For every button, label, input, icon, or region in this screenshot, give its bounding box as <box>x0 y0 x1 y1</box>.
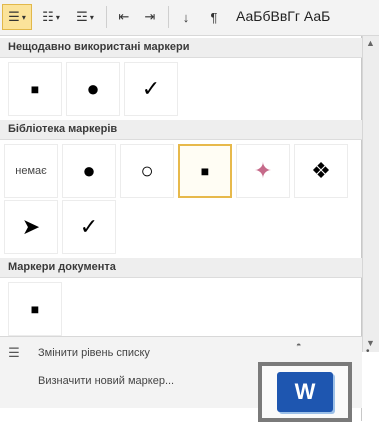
library-bullet-none[interactable]: немає <box>4 144 58 198</box>
recent-bullets-header: Нещодавно використані маркери <box>0 38 362 58</box>
bullets-button[interactable]: ☰ ▾ <box>2 4 32 30</box>
ornament-bullet-icon: ✦ <box>253 158 273 183</box>
multilevel-list-button[interactable]: ☲ ▾ <box>70 4 100 30</box>
show-marks-button[interactable]: ¶ <box>202 4 226 30</box>
recent-bullet-dot[interactable]: ● <box>66 62 120 116</box>
define-new-bullet-label: Визначити новий маркер... <box>38 375 175 387</box>
numbering-button[interactable]: ☷ ▾ <box>36 4 66 30</box>
change-list-level-label: Змінити рівень списку <box>38 347 150 359</box>
sort-button[interactable]: ↓ <box>174 4 198 30</box>
divider <box>106 6 107 28</box>
bullets-icon: ☰ <box>8 9 20 24</box>
check-bullet-icon: ✓ <box>141 76 161 101</box>
dot-bullet-icon: ● <box>82 158 96 183</box>
ribbon-paragraph-toolbar: ☰ ▾ ☷ ▾ ☲ ▾ ⇤ ⇥ ↓ ¶ АаБбВвГг АаБ <box>0 0 379 36</box>
dropdown-scrollbar[interactable]: ▲ ▼ <box>362 36 379 352</box>
none-label: немає <box>15 165 47 177</box>
chevron-down-icon: ▾ <box>55 12 60 22</box>
document-bullets-header: Маркери документа <box>0 258 362 278</box>
library-bullet-check[interactable]: ✓ <box>62 200 116 254</box>
dot-bullet-icon: ● <box>86 76 100 101</box>
scroll-up-icon[interactable]: ▲ <box>366 38 375 48</box>
indent-list-icon: ☰ <box>8 345 20 360</box>
chevron-down-icon: ▾ <box>21 12 26 22</box>
decrease-indent-button[interactable]: ⇤ <box>112 4 136 30</box>
library-bullet-ornament[interactable]: ✦ <box>236 144 290 198</box>
bullet-library-header: Бібліотека маркерів <box>0 120 362 140</box>
library-bullet-dot[interactable]: ● <box>62 144 116 198</box>
decrease-indent-icon: ⇤ <box>118 9 130 24</box>
square-bullet-icon: ■ <box>30 301 40 317</box>
numbering-icon: ☷ <box>42 9 54 24</box>
document-bullet-square[interactable]: ■ <box>8 282 62 336</box>
recent-bullet-check[interactable]: ✓ <box>124 62 178 116</box>
check-bullet-icon: ✓ <box>79 214 99 239</box>
pin-icon: ◓ <box>296 340 302 350</box>
define-new-bullet-item[interactable]: Визначити новий маркер... <box>4 369 174 393</box>
square-bullet-icon: ■ <box>30 81 40 97</box>
library-bullet-diamonds[interactable]: ❖ <box>294 144 348 198</box>
increase-indent-button[interactable]: ⇥ <box>138 4 162 30</box>
increase-indent-icon: ⇥ <box>144 9 156 24</box>
circle-bullet-icon: ○ <box>140 158 154 183</box>
library-bullet-circle[interactable]: ○ <box>120 144 174 198</box>
more-icon: • <box>366 346 370 357</box>
diamonds-bullet-icon: ❖ <box>311 158 331 183</box>
multilevel-list-icon: ☲ <box>76 9 88 24</box>
sort-icon: ↓ <box>182 9 190 25</box>
word-logo-icon: W <box>277 372 333 412</box>
divider <box>168 6 169 28</box>
library-bullet-arrow[interactable]: ➤ <box>4 200 58 254</box>
arrow-bullet-icon: ➤ <box>21 214 41 239</box>
chevron-down-icon: ▾ <box>89 12 94 22</box>
recent-bullet-square[interactable]: ■ <box>8 62 62 116</box>
pilcrow-icon: ¶ <box>210 9 218 25</box>
word-logo-tile: W <box>258 362 352 422</box>
styles-preview[interactable]: АаБбВвГг АаБ <box>236 8 330 24</box>
square-bullet-icon: ■ <box>200 163 210 179</box>
library-bullet-square[interactable]: ■ <box>178 144 232 198</box>
change-list-level-item[interactable]: ☰ Змінити рівень списку <box>4 341 150 365</box>
